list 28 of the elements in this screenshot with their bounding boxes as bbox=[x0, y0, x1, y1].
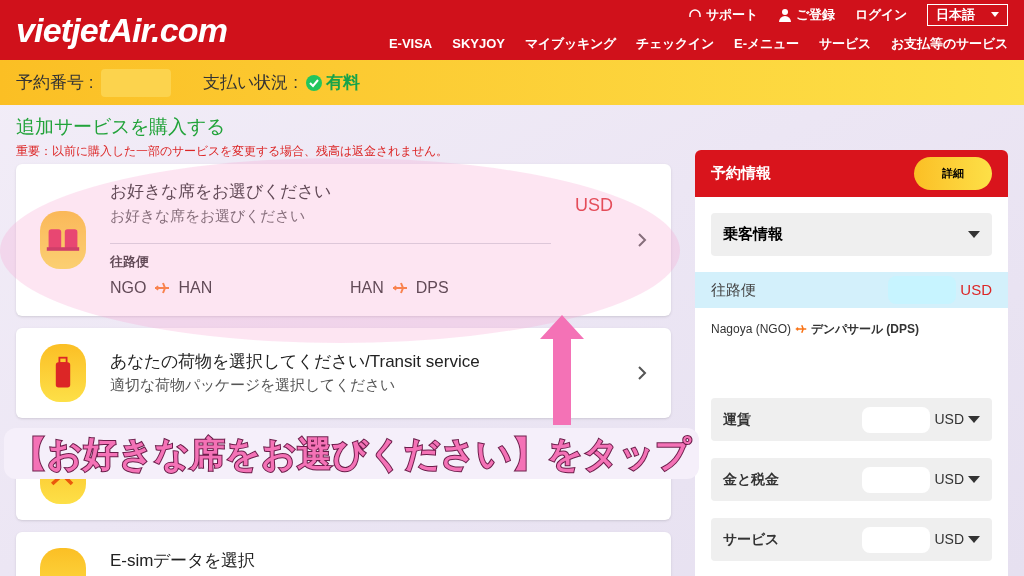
page-title: 追加サービスを購入する bbox=[16, 115, 226, 139]
service-title: E-simデータを選択 bbox=[110, 549, 257, 572]
service-subtitle: お好きな席をお選びください bbox=[110, 205, 306, 226]
trip-label: 往路便 bbox=[711, 279, 756, 300]
destination-code: DPS bbox=[415, 277, 449, 298]
price-currency: USD bbox=[575, 193, 613, 217]
origin-code: NGO bbox=[110, 277, 147, 298]
summary-title: 予約情報 bbox=[711, 163, 771, 184]
payment-status: 有料 bbox=[325, 71, 360, 94]
fare-value: USD bbox=[934, 410, 964, 429]
payment-label: 支払い状況 : bbox=[203, 71, 298, 94]
origin-code: HAN bbox=[350, 277, 384, 298]
fare-value: USD bbox=[934, 470, 964, 489]
destination-city: デンパサール (DPS) bbox=[811, 321, 920, 338]
service-title: あなたの荷物を選択してください/Transit service bbox=[110, 350, 481, 373]
destination-code: HAN bbox=[178, 277, 213, 298]
fare-label: 運賃 bbox=[723, 410, 751, 429]
trip-label: 往路便 bbox=[110, 253, 150, 272]
fare-value: USD bbox=[934, 530, 964, 549]
notice-text: 重要：以前に購入した一部のサービスを変更する場合、残高は返金されません。 bbox=[16, 142, 449, 160]
service-subtitle: 適切な荷物パッケージを選択してください bbox=[110, 375, 396, 395]
origin-city: Nagoya (NGO) bbox=[711, 321, 792, 338]
service-title: お好きな席をお選びください bbox=[110, 181, 332, 204]
booking-number-label: 予約番号 : bbox=[16, 71, 94, 94]
fare-label: サービス bbox=[723, 530, 779, 549]
tap-hint-text: 【お好きな席をお選びください】をタップ bbox=[12, 436, 691, 471]
trip-price: USD bbox=[960, 279, 992, 300]
fare-label: 金と税金 bbox=[723, 470, 779, 489]
